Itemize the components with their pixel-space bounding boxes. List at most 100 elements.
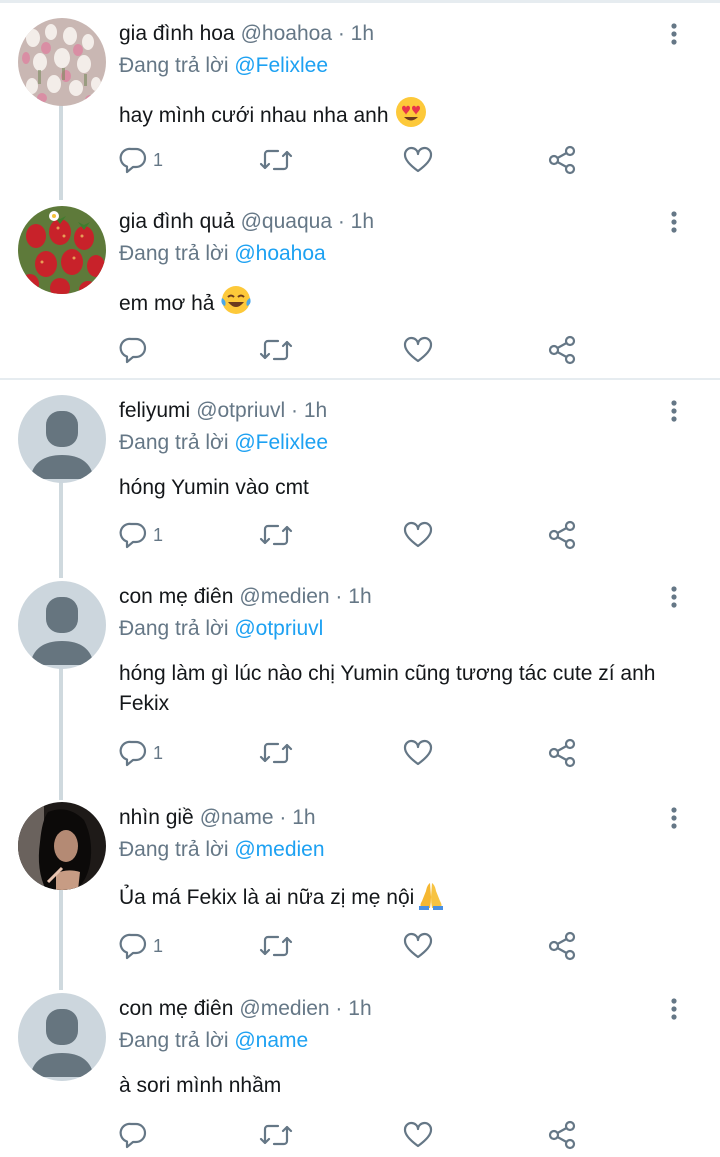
folded-hands-emoji bbox=[416, 880, 446, 919]
replying-to: Đang trả lời @medien bbox=[119, 836, 325, 864]
reply-icon bbox=[119, 147, 147, 174]
more-options-icon[interactable] bbox=[664, 210, 684, 234]
retweet-button[interactable] bbox=[259, 334, 293, 366]
tweet[interactable]: gia đình quả @quaqua · 1h Đang trả lời @h… bbox=[0, 206, 720, 376]
display-name[interactable]: con mẹ điên bbox=[119, 585, 233, 608]
reply-button[interactable]: 1 bbox=[119, 144, 163, 176]
tweet-body: à sori mình nhầm bbox=[119, 1074, 282, 1097]
replying-to-mention[interactable]: @otpriuvl bbox=[234, 617, 323, 640]
replying-to-mention[interactable]: @medien bbox=[234, 838, 324, 861]
tweet-actions: 1 bbox=[119, 737, 589, 769]
retweet-icon bbox=[259, 1124, 293, 1146]
tweet-text: hóng Yumin vào cmt bbox=[119, 473, 699, 503]
share-button[interactable] bbox=[547, 930, 577, 962]
handle-time: @quaqua · 1h bbox=[240, 210, 375, 233]
retweet-icon bbox=[259, 742, 293, 764]
tweet-actions bbox=[119, 1119, 589, 1151]
strawberries-avatar-image bbox=[18, 206, 106, 294]
reply-button[interactable]: 1 bbox=[119, 737, 163, 769]
more-options-icon[interactable] bbox=[664, 399, 684, 423]
retweet-button[interactable] bbox=[259, 737, 293, 769]
retweet-button[interactable] bbox=[259, 930, 293, 962]
tweet-actions bbox=[119, 334, 589, 366]
reply-button[interactable] bbox=[119, 1119, 153, 1151]
share-button[interactable] bbox=[547, 519, 577, 551]
tweet[interactable]: con mẹ điên @medien · 1h Đang trả lời @ot… bbox=[0, 581, 720, 781]
replying-to-label: Đang trả lời bbox=[119, 1029, 229, 1052]
tweet-actions: 1 bbox=[119, 144, 589, 176]
reply-button[interactable] bbox=[119, 334, 153, 366]
heart-icon bbox=[403, 932, 433, 959]
share-icon bbox=[548, 520, 576, 550]
display-name[interactable]: con mẹ điên bbox=[119, 997, 233, 1020]
retweet-button[interactable] bbox=[259, 144, 293, 176]
avatar[interactable] bbox=[18, 993, 106, 1081]
retweet-button[interactable] bbox=[259, 519, 293, 551]
avatar[interactable] bbox=[18, 395, 106, 483]
replying-to: Đang trả lời @name bbox=[119, 1027, 308, 1055]
share-button[interactable] bbox=[547, 144, 577, 176]
tweet-text: à sori mình nhầm bbox=[119, 1071, 699, 1101]
share-icon bbox=[548, 738, 576, 768]
tweet-text: hay mình cưới nhau nha anh bbox=[119, 96, 699, 137]
heart-eyes-emoji bbox=[395, 96, 427, 137]
like-button[interactable] bbox=[403, 334, 433, 366]
like-button[interactable] bbox=[403, 737, 433, 769]
reply-button[interactable]: 1 bbox=[119, 930, 163, 962]
tweet[interactable]: gia đình hoa @hoahoa · 1h Đang trả lời @F… bbox=[0, 18, 720, 190]
default-avatar-image bbox=[18, 581, 106, 669]
replying-to-mention[interactable]: @Felixlee bbox=[234, 431, 328, 454]
replying-to: Đang trả lời @hoahoa bbox=[119, 240, 326, 268]
handle-time: @medien · 1h bbox=[239, 997, 372, 1020]
like-button[interactable] bbox=[403, 1119, 433, 1151]
share-button[interactable] bbox=[547, 1119, 577, 1151]
retweet-button[interactable] bbox=[259, 1119, 293, 1151]
replying-to-mention[interactable]: @hoahoa bbox=[234, 242, 325, 265]
reply-icon bbox=[119, 337, 147, 364]
replying-to: Đang trả lời @Felixlee bbox=[119, 52, 328, 80]
more-options-icon[interactable] bbox=[664, 22, 684, 46]
reply-icon bbox=[119, 740, 147, 767]
share-icon bbox=[548, 145, 576, 175]
tweet-body: hóng làm gì lúc nào chị Yumin cũng tương… bbox=[119, 662, 656, 715]
reply-count: 1 bbox=[153, 149, 164, 170]
more-options-icon[interactable] bbox=[664, 997, 684, 1021]
like-button[interactable] bbox=[403, 930, 433, 962]
replying-to: Đang trả lời @otpriuvl bbox=[119, 615, 323, 643]
display-name[interactable]: gia đình quả bbox=[119, 210, 235, 233]
reply-button[interactable]: 1 bbox=[119, 519, 163, 551]
share-button[interactable] bbox=[547, 737, 577, 769]
tweet-text: Ủa má Fekix là ai nữa zị mẹ nội bbox=[119, 880, 699, 919]
avatar[interactable] bbox=[18, 206, 106, 294]
more-options-icon[interactable] bbox=[664, 585, 684, 609]
tweet-body: em mơ hả bbox=[119, 292, 215, 315]
reply-icon bbox=[119, 522, 147, 549]
avatar[interactable] bbox=[18, 18, 106, 106]
tweet-body: hay mình cưới nhau nha anh bbox=[119, 104, 389, 127]
share-button[interactable] bbox=[547, 334, 577, 366]
heart-icon bbox=[403, 146, 433, 173]
more-options-icon[interactable] bbox=[664, 806, 684, 830]
display-name[interactable]: gia đình hoa bbox=[119, 22, 235, 45]
like-button[interactable] bbox=[403, 519, 433, 551]
heart-icon bbox=[403, 1121, 433, 1148]
replying-to-mention[interactable]: @Felixlee bbox=[234, 54, 328, 77]
avatar[interactable] bbox=[18, 581, 106, 669]
reply-icon bbox=[119, 933, 147, 960]
avatar[interactable] bbox=[18, 802, 106, 890]
display-name[interactable]: nhìn giề bbox=[119, 806, 194, 829]
handle-time: @otpriuvl · 1h bbox=[196, 399, 328, 422]
reply-count: 1 bbox=[153, 935, 164, 956]
tweet-text: em mơ hả bbox=[119, 284, 699, 325]
reply-count: 1 bbox=[153, 742, 164, 763]
replying-to-mention[interactable]: @name bbox=[234, 1029, 308, 1052]
tweet[interactable]: con mẹ điên @medien · 1h Đang trả lời @na… bbox=[0, 993, 720, 1157]
dark-portrait-avatar-image bbox=[18, 802, 106, 890]
replying-to-label: Đang trả lời bbox=[119, 838, 229, 861]
display-name[interactable]: feliyumi bbox=[119, 399, 190, 422]
reply-count: 1 bbox=[153, 524, 164, 545]
like-button[interactable] bbox=[403, 144, 433, 176]
tweet-text: hóng làm gì lúc nào chị Yumin cũng tương… bbox=[119, 659, 699, 719]
tweet[interactable]: feliyumi @otpriuvl · 1h Đang trả lời @Fel… bbox=[0, 395, 720, 563]
tweet[interactable]: nhìn giề @name · 1h Đang trả lời @medien … bbox=[0, 802, 720, 972]
